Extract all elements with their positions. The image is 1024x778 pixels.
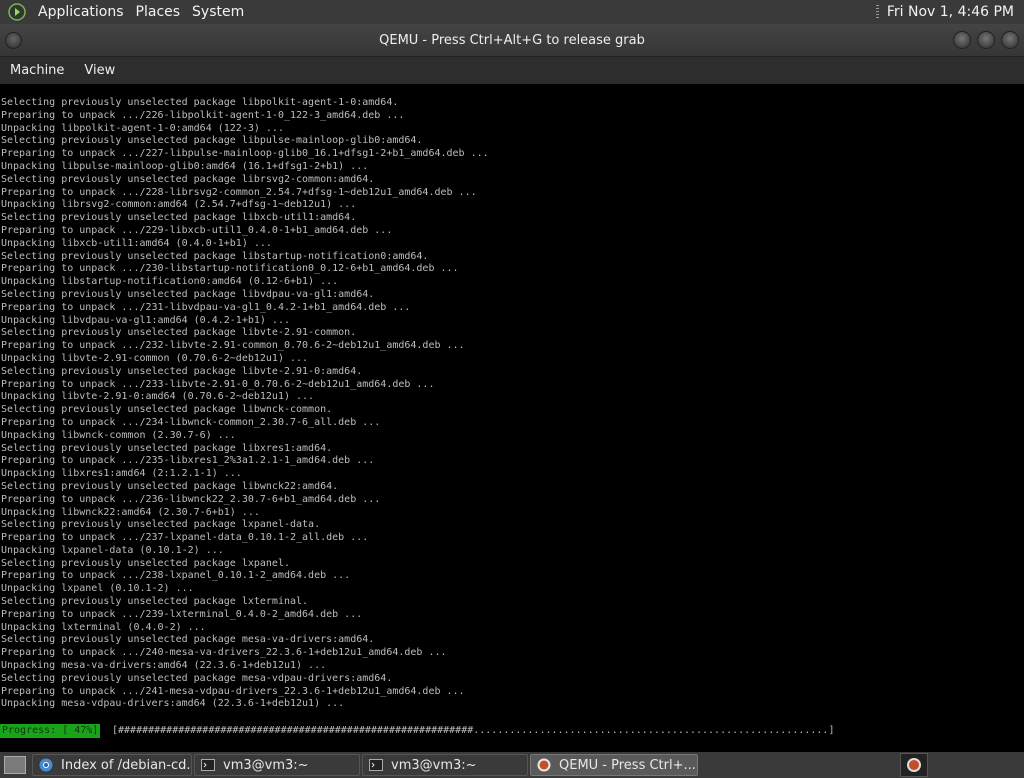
task-terminal-1[interactable]: vm3@vm3:~: [194, 754, 360, 776]
console-line: Selecting previously unselected package …: [1, 480, 339, 492]
qemu-tray-icon: [907, 758, 921, 772]
console-line: Selecting previously unselected package …: [1, 596, 309, 608]
view-menu[interactable]: View: [74, 63, 125, 78]
progress-row: Progress: [ 47%] [######################…: [0, 724, 1024, 738]
progress-bar: [#######################################…: [112, 725, 835, 736]
console-line: Unpacking libpolkit-agent-1-0:amd64 (122…: [1, 122, 284, 134]
places-menu[interactable]: Places: [130, 0, 187, 24]
console-line: Selecting previously unselected package …: [1, 288, 375, 300]
close-button[interactable]: [1001, 31, 1019, 49]
progress-label: Progress: [ 47%]: [0, 724, 101, 738]
console-line: Selecting previously unselected package …: [1, 634, 375, 646]
terminal-icon: [369, 759, 383, 771]
console-line: Preparing to unpack .../238-lxpanel_0.10…: [1, 570, 351, 582]
task-label: vm3@vm3:~: [391, 757, 477, 773]
show-desktop-icon[interactable]: [4, 756, 26, 774]
clock[interactable]: Fri Nov 1, 4:46 PM: [875, 4, 1024, 20]
console-line: Preparing to unpack .../233-libvte-2.91-…: [1, 378, 435, 390]
console-line: Unpacking lxterminal (0.4.0-2) ...: [1, 621, 206, 633]
console-line: Unpacking libvdpau-va-gl1:amd64 (0.4.2-1…: [1, 314, 290, 326]
vm-console[interactable]: Selecting previously unselected package …: [0, 84, 1024, 752]
terminal-icon: [201, 759, 215, 771]
console-line: Preparing to unpack .../236-libwnck22_2.…: [1, 493, 381, 505]
console-line: Unpacking librsvg2-common:amd64 (2.54.7+…: [1, 199, 357, 211]
console-line: Unpacking mesa-va-drivers:amd64 (22.3.6-…: [1, 660, 327, 672]
console-line: Selecting previously unselected package …: [1, 327, 357, 339]
console-line: Unpacking libvte-2.91-common (0.70.6-2~d…: [1, 352, 309, 364]
applications-icon[interactable]: [8, 3, 26, 21]
console-line: Preparing to unpack .../234-libwnck-comm…: [1, 416, 381, 428]
console-line: Preparing to unpack .../228-librsvg2-com…: [1, 186, 477, 198]
console-line: Selecting previously unselected package …: [1, 519, 321, 531]
qemu-icon: [537, 758, 551, 772]
task-label: vm3@vm3:~: [223, 757, 309, 773]
console-line: Unpacking libwnck22:amd64 (2.30.7-6+b1) …: [1, 506, 260, 518]
console-line: Preparing to unpack .../227-libpulse-mai…: [1, 148, 489, 160]
console-line: Unpacking libstartup-notification0:amd64…: [1, 276, 339, 288]
console-line: Selecting previously unselected package …: [1, 404, 333, 416]
console-line: Preparing to unpack .../230-libstartup-n…: [1, 263, 459, 275]
console-line: Selecting previously unselected package …: [1, 365, 363, 377]
console-line: Selecting previously unselected package …: [1, 672, 393, 684]
console-line: Unpacking lxpanel-data (0.10.1-2) ...: [1, 544, 224, 556]
console-line: Unpacking libpulse-mainloop-glib0:amd64 …: [1, 160, 369, 172]
console-line: Unpacking libvte-2.91-0:amd64 (0.70.6-2~…: [1, 391, 315, 403]
applications-menu[interactable]: Applications: [32, 0, 130, 24]
task-browser[interactable]: Index of /debian-cd...: [32, 754, 192, 776]
maximize-button[interactable]: [977, 31, 995, 49]
console-line: Preparing to unpack .../229-libxcb-util1…: [1, 224, 393, 236]
tray-app[interactable]: [900, 753, 928, 777]
console-line: Unpacking libwnck-common (2.30.7-6) ...: [1, 429, 236, 441]
console-line: Selecting previously unselected package …: [1, 557, 290, 569]
console-line: Preparing to unpack .../240-mesa-va-driv…: [1, 647, 447, 659]
console-line: Selecting previously unselected package …: [1, 97, 399, 108]
panel-handle-icon: [875, 5, 879, 19]
console-line: Unpacking lxpanel (0.10.1-2) ...: [1, 583, 194, 595]
window-menu-button[interactable]: [5, 32, 22, 49]
console-line: Selecting previously unselected package …: [1, 212, 357, 224]
console-line: Preparing to unpack .../241-mesa-vdpau-d…: [1, 685, 465, 697]
task-label: QEMU - Press Ctrl+...: [559, 757, 696, 773]
console-line: Preparing to unpack .../237-lxpanel-data…: [1, 532, 369, 544]
console-line: Preparing to unpack .../231-libvdpau-va-…: [1, 301, 411, 313]
console-line: Preparing to unpack .../239-lxterminal_0…: [1, 608, 363, 620]
console-line: Preparing to unpack .../232-libvte-2.91-…: [1, 340, 465, 352]
qemu-menubar: Machine View: [0, 57, 1024, 84]
window-controls: [953, 31, 1019, 49]
console-line: Unpacking libxres1:amd64 (2:1.2.1-1) ...: [1, 468, 242, 480]
window-titlebar[interactable]: QEMU - Press Ctrl+Alt+G to release grab: [0, 24, 1024, 57]
console-line: Selecting previously unselected package …: [1, 173, 375, 185]
console-line: Preparing to unpack .../235-libxres1_2%3…: [1, 455, 375, 467]
task-terminal-2[interactable]: vm3@vm3:~: [362, 754, 528, 776]
console-line: Selecting previously unselected package …: [1, 442, 333, 454]
console-output: Selecting previously unselected package …: [1, 97, 489, 711]
clock-text: Fri Nov 1, 4:46 PM: [886, 4, 1014, 20]
task-qemu[interactable]: QEMU - Press Ctrl+...: [530, 754, 698, 776]
window-title: QEMU - Press Ctrl+Alt+G to release grab: [379, 32, 645, 48]
top-panel: Applications Places System Fri Nov 1, 4:…: [0, 0, 1024, 24]
taskbar: Index of /debian-cd... vm3@vm3:~ vm3@vm3…: [0, 752, 1024, 778]
task-label: Index of /debian-cd...: [61, 757, 192, 773]
console-line: Selecting previously unselected package …: [1, 135, 423, 147]
console-line: Preparing to unpack .../226-libpolkit-ag…: [1, 109, 405, 121]
chromium-icon: [39, 758, 53, 772]
minimize-button[interactable]: [953, 31, 971, 49]
system-menu[interactable]: System: [186, 0, 250, 24]
console-line: Unpacking mesa-vdpau-drivers:amd64 (22.3…: [1, 698, 345, 710]
machine-menu[interactable]: Machine: [0, 63, 74, 78]
console-line: Selecting previously unselected package …: [1, 250, 429, 262]
console-line: Unpacking libxcb-util1:amd64 (0.4.0-1+b1…: [1, 237, 272, 249]
